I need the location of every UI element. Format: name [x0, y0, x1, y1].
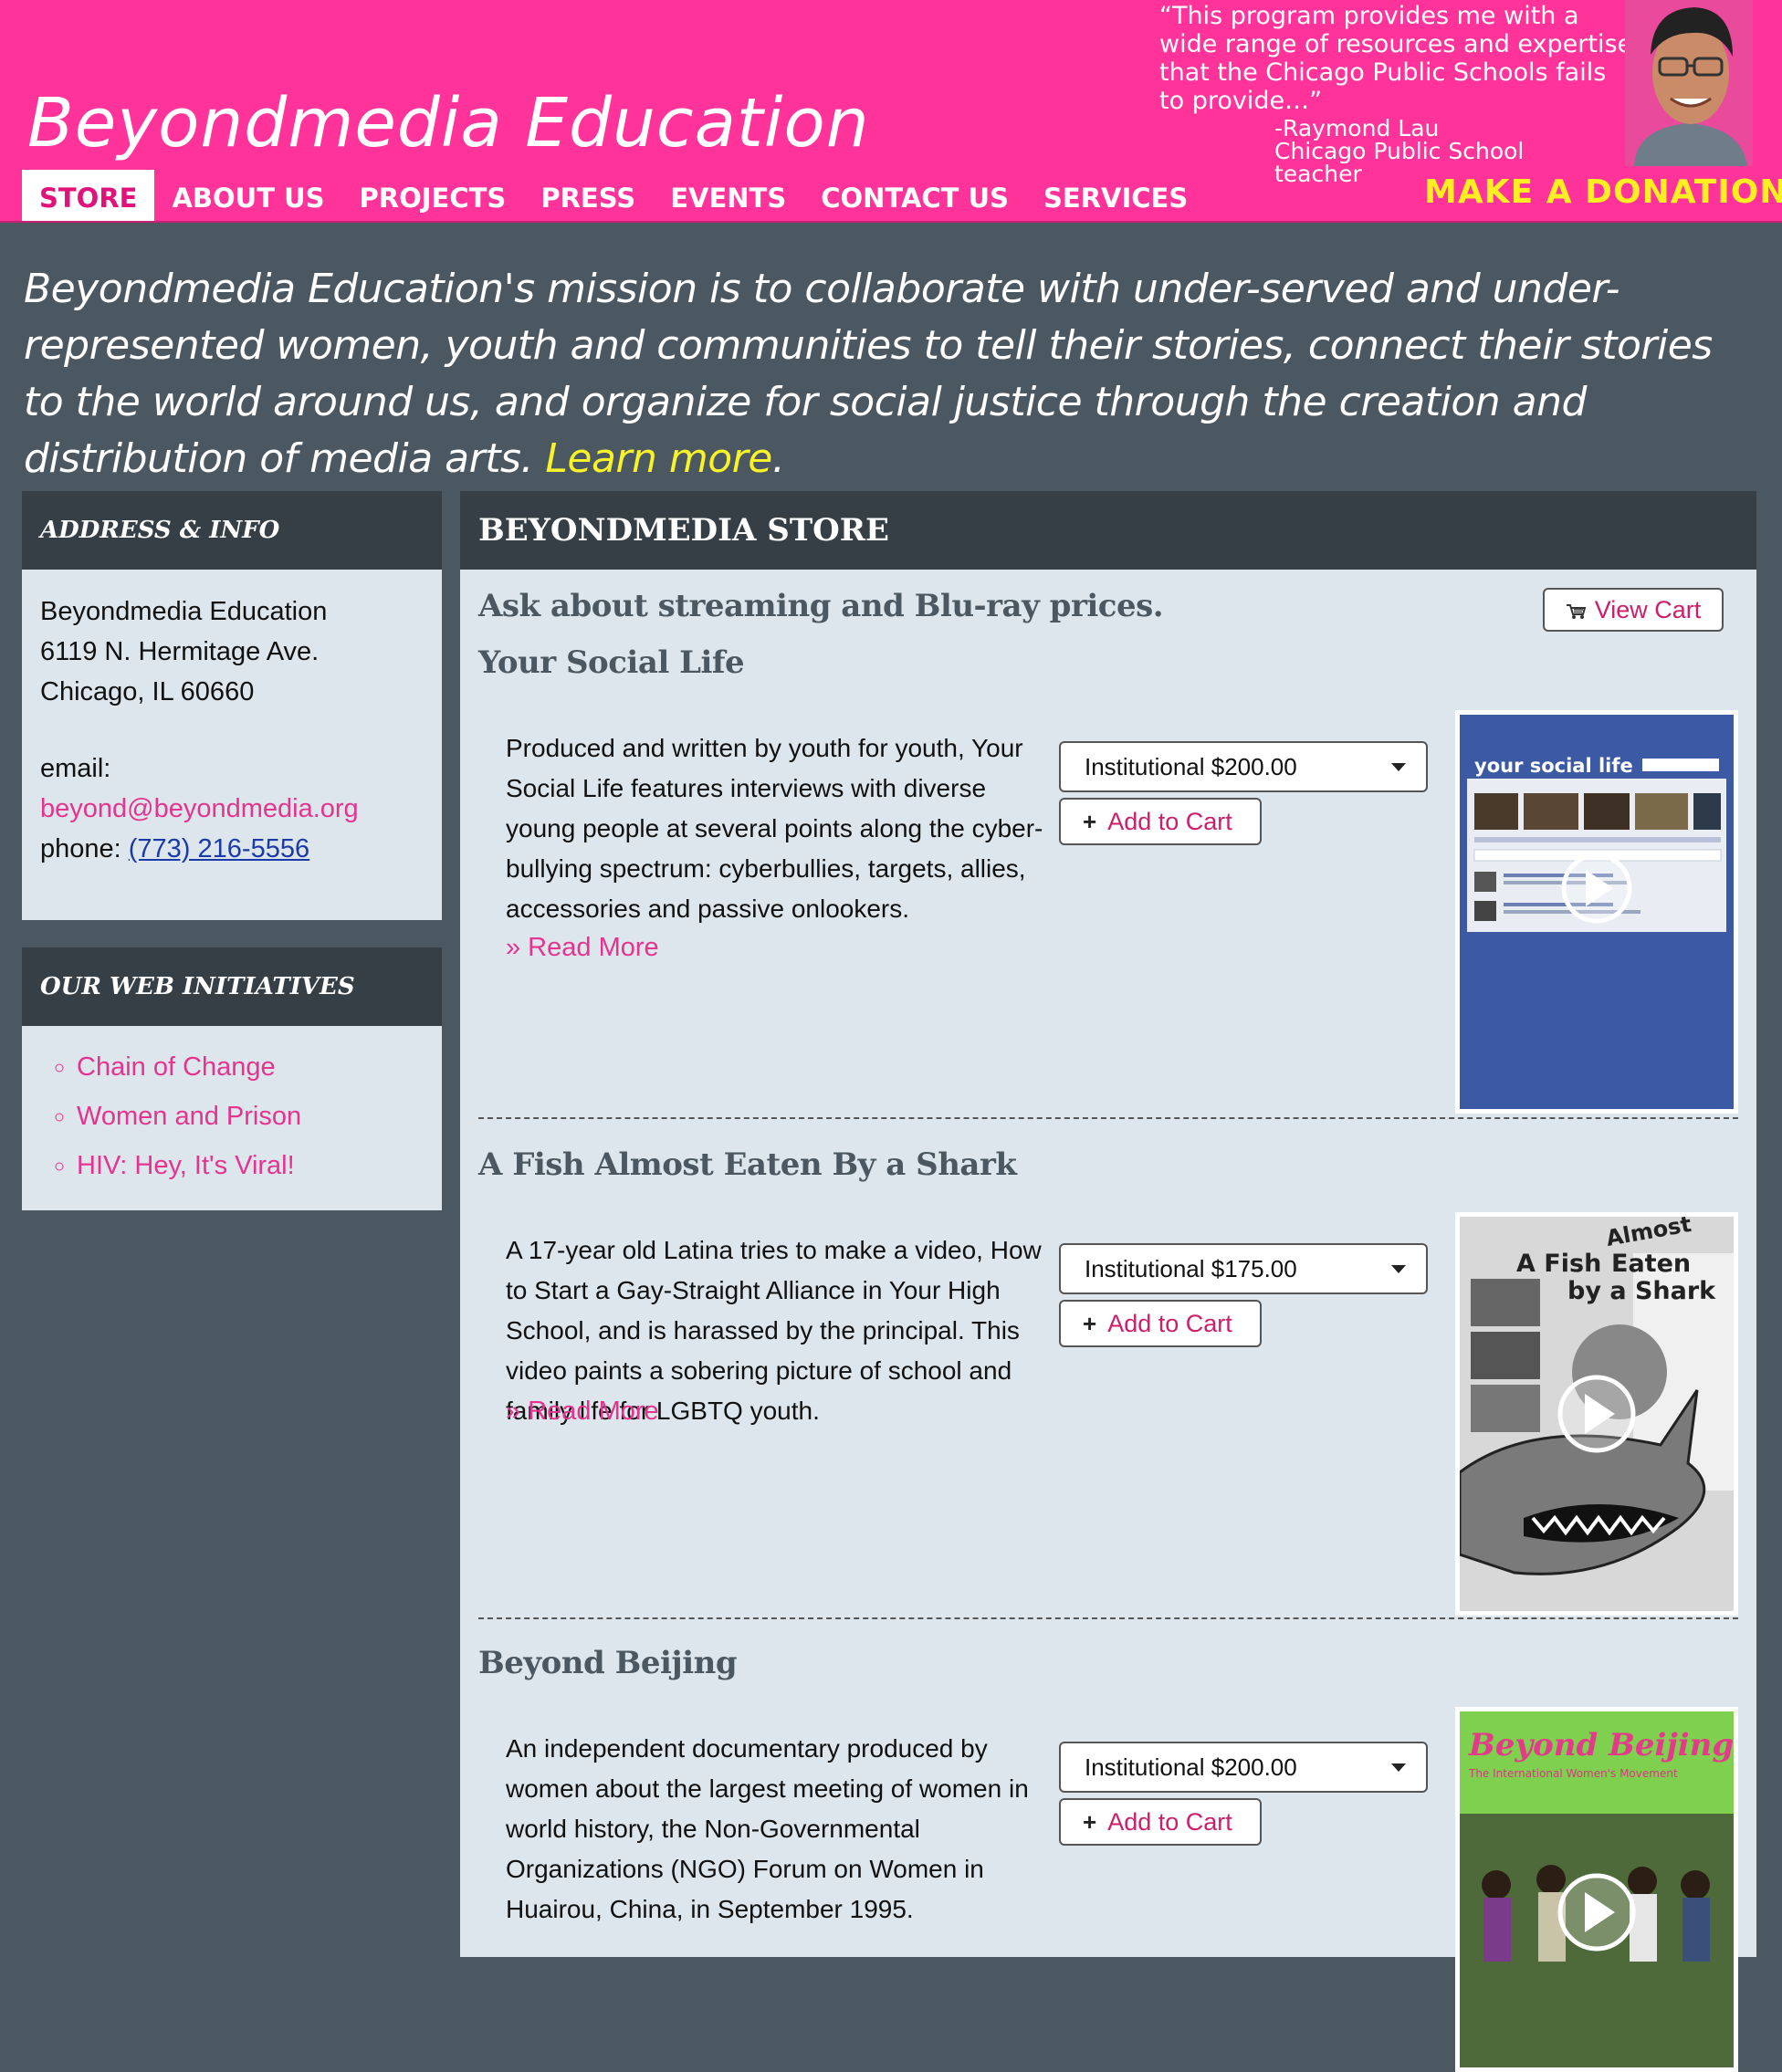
- site-logo[interactable]: Beyondmedia Education: [27, 84, 870, 162]
- initiative-chain-of-change[interactable]: Chain of Change: [77, 1042, 442, 1092]
- price-option-value: Institutional $200.00: [1085, 1753, 1297, 1781]
- store-heading: BEYONDMEDIA STORE: [460, 491, 1756, 570]
- plus-icon: +: [1083, 808, 1097, 835]
- plus-icon: +: [1083, 1808, 1097, 1836]
- email-label: email:: [40, 754, 111, 783]
- product-description: An independent documentary produced by w…: [506, 1734, 1029, 1923]
- mission-statement: Beyondmedia Education's mission is to co…: [24, 261, 1758, 487]
- address-info-panel: Beyondmedia Education 6119 N. Hermitage …: [22, 570, 442, 920]
- chevron-down-icon: [1391, 1265, 1406, 1273]
- price-option-select[interactable]: Institutional $200.00: [1059, 741, 1428, 792]
- nav-press[interactable]: PRESS: [523, 170, 653, 221]
- donate-link[interactable]: MAKE A DONATION: [1424, 173, 1782, 211]
- mission-period: .: [771, 435, 785, 482]
- street-address: 6119 N. Hermitage Ave.: [40, 637, 320, 666]
- play-icon: [1557, 1873, 1636, 1952]
- product-title[interactable]: A Fish Almost Eaten By a Shark: [478, 1146, 1017, 1183]
- add-to-cart-button[interactable]: + Add to Cart: [1059, 798, 1262, 845]
- testimonial-portrait: [1625, 0, 1753, 166]
- initiative-hiv-hey-its-viral[interactable]: HIV: Hey, It's Viral!: [77, 1141, 442, 1190]
- thumbnail-line-3: by a Shark: [1567, 1277, 1716, 1305]
- price-option-value: Institutional $175.00: [1085, 1255, 1297, 1282]
- price-option-value: Institutional $200.00: [1085, 753, 1297, 780]
- city-address: Chicago, IL 60660: [40, 677, 255, 706]
- read-more-link[interactable]: » Read More: [506, 1397, 659, 1427]
- play-icon: [1557, 1375, 1636, 1453]
- video-thumbnail[interactable]: A Fish Almost Eaten by a Shark: [1455, 1211, 1738, 1616]
- video-thumbnail[interactable]: your social life: [1455, 710, 1738, 1114]
- play-icon: [1561, 853, 1632, 924]
- nav-contact-us[interactable]: CONTACT US: [803, 170, 1026, 221]
- mission-text: Beyondmedia Education's mission is to co…: [24, 266, 1713, 482]
- store-panel: Ask about streaming and Blu-ray prices. …: [460, 570, 1756, 2072]
- email-link[interactable]: beyond@beyondmedia.org: [40, 789, 424, 829]
- cart-icon: [1566, 591, 1587, 632]
- address-info-heading: ADDRESS & INFO: [22, 491, 442, 570]
- streaming-note: Ask about streaming and Blu-ray prices.: [478, 588, 1164, 624]
- add-to-cart-label: Add to Cart: [1107, 808, 1232, 835]
- product-title[interactable]: Beyond Beijing: [478, 1645, 738, 1681]
- product-title[interactable]: Your Social Life: [478, 644, 745, 681]
- main-nav: STORE ABOUT US PROJECTS PRESS EVENTS CON…: [22, 170, 1205, 221]
- thumbnail-line-2: Eaten: [1611, 1250, 1691, 1278]
- phone-link[interactable]: (773) 216-5556: [129, 834, 309, 863]
- org-name: Beyondmedia Education: [40, 597, 328, 626]
- view-cart-label: View Cart: [1594, 596, 1702, 623]
- add-to-cart-button[interactable]: + Add to Cart: [1059, 1798, 1262, 1846]
- nav-services[interactable]: SERVICES: [1026, 170, 1205, 221]
- phone-row: phone: (773) 216-5556: [40, 829, 424, 869]
- nav-about-us[interactable]: ABOUT US: [154, 170, 341, 221]
- price-option-select[interactable]: Institutional $175.00: [1059, 1243, 1428, 1294]
- site-header: Beyondmedia Education “This program prov…: [0, 0, 1782, 223]
- thumbnail-title: your social life: [1474, 755, 1633, 777]
- phone-label: phone:: [40, 834, 129, 863]
- thumbnail-subtitle: The International Women's Movement: [1468, 1767, 1678, 1780]
- plus-icon: +: [1083, 1310, 1097, 1337]
- learn-more-link[interactable]: Learn more: [545, 435, 772, 482]
- testimonial-quote: “This program provides me with a wide ra…: [1159, 2, 1633, 115]
- chevron-down-icon: [1391, 763, 1406, 771]
- testimonial-name: -Raymond Lau: [1274, 115, 1440, 141]
- add-to-cart-button[interactable]: + Add to Cart: [1059, 1300, 1262, 1347]
- initiative-women-and-prison[interactable]: Women and Prison: [77, 1092, 442, 1141]
- product-divider: [478, 1117, 1738, 1119]
- add-to-cart-label: Add to Cart: [1107, 1310, 1232, 1337]
- thumbnail-title: Beyond Beijing: [1468, 1727, 1734, 1763]
- product-divider: [478, 1617, 1738, 1619]
- web-initiatives-heading: OUR WEB INITIATIVES: [22, 947, 442, 1026]
- read-more-link[interactable]: » Read More: [506, 933, 659, 963]
- product-description: Produced and written by youth for youth,…: [506, 734, 1043, 923]
- view-cart-button[interactable]: View Cart: [1543, 588, 1724, 632]
- add-to-cart-label: Add to Cart: [1107, 1808, 1232, 1836]
- price-option-select[interactable]: Institutional $200.00: [1059, 1742, 1428, 1793]
- chevron-down-icon: [1391, 1763, 1406, 1772]
- nav-events[interactable]: EVENTS: [653, 170, 803, 221]
- thumbnail-line-1: A Fish: [1516, 1250, 1601, 1278]
- nav-store[interactable]: STORE: [22, 170, 155, 221]
- web-initiatives-panel: Chain of Change Women and Prison HIV: He…: [22, 1026, 442, 1210]
- video-thumbnail[interactable]: Beyond Beijing The International Women's…: [1455, 1707, 1738, 2072]
- nav-projects[interactable]: PROJECTS: [342, 170, 524, 221]
